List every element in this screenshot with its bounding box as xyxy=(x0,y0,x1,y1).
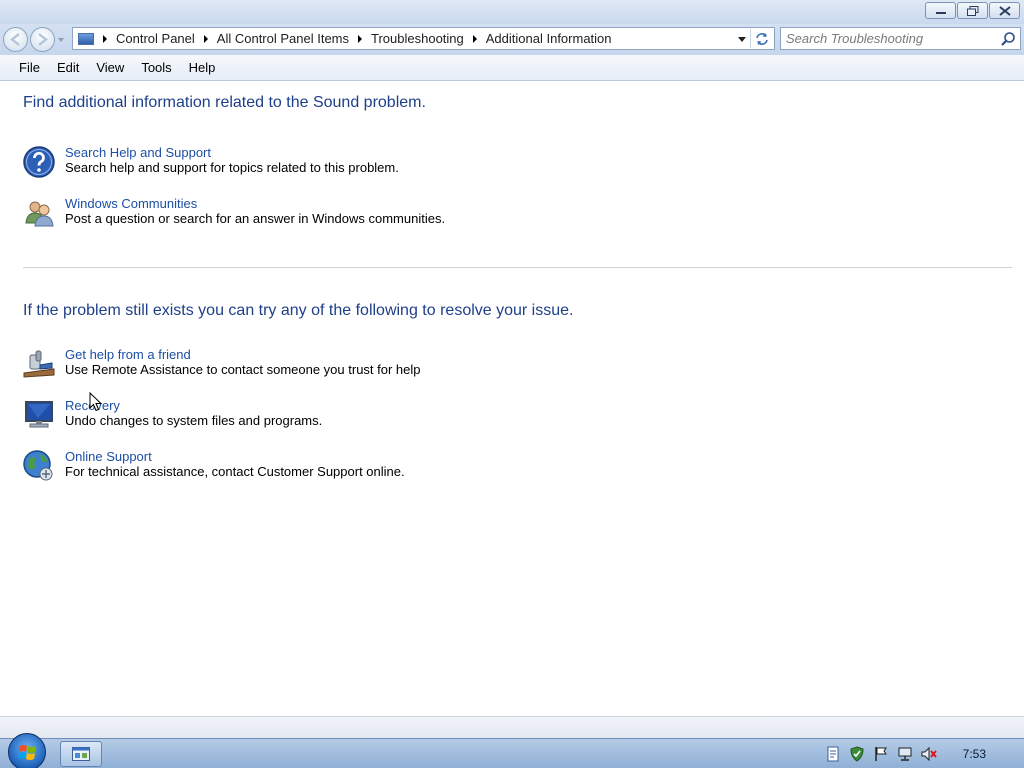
security-shield-icon[interactable] xyxy=(849,746,865,762)
arrow-left-icon xyxy=(9,33,20,46)
navigation-bar: Control Panel All Control Panel Items Tr… xyxy=(0,24,1024,55)
breadcrumb-separator[interactable] xyxy=(358,34,363,43)
arrow-right-icon xyxy=(38,33,49,46)
forward-button[interactable] xyxy=(30,27,55,52)
menu-edit[interactable]: Edit xyxy=(56,58,80,77)
menu-bar: File Edit View Tools Help xyxy=(0,55,1024,81)
volume-muted-icon[interactable] xyxy=(921,746,937,762)
title-bar xyxy=(0,0,1024,24)
recovery-icon xyxy=(25,401,53,428)
task-recovery: Recovery Undo changes to system files an… xyxy=(22,398,622,438)
document-icon[interactable] xyxy=(825,746,841,762)
search-input[interactable] xyxy=(786,30,996,47)
menu-file[interactable]: File xyxy=(18,58,41,77)
task-windows-communities: Windows Communities Post a question or s… xyxy=(22,196,622,236)
menu-help[interactable]: Help xyxy=(188,58,217,77)
online-support-description: For technical assistance, contact Custom… xyxy=(65,464,405,479)
task-online-support: Online Support For technical assistance,… xyxy=(22,449,622,489)
control-panel-window-icon xyxy=(72,747,90,761)
people-icon xyxy=(25,201,54,227)
search-help-description: Search help and support for topics relat… xyxy=(65,160,399,175)
breadcrumb-troubleshooting[interactable]: Troubleshooting xyxy=(371,31,464,46)
taskbar: 7:53 xyxy=(0,733,1024,768)
get-help-friend-description: Use Remote Assistance to contact someone… xyxy=(65,362,421,377)
network-icon[interactable] xyxy=(897,746,913,762)
get-help-friend-link[interactable]: Get help from a friend xyxy=(65,347,191,362)
action-center-flag-icon[interactable] xyxy=(873,746,889,762)
task-search-help: Search Help and Support Search help and … xyxy=(22,145,622,185)
start-button[interactable] xyxy=(8,733,46,768)
help-icon xyxy=(23,146,55,178)
breadcrumb-all-items[interactable]: All Control Panel Items xyxy=(217,31,349,46)
windows-communities-description: Post a question or search for an answer … xyxy=(65,211,446,226)
close-icon xyxy=(998,5,1011,16)
globe-icon xyxy=(23,450,53,481)
menu-view[interactable]: View xyxy=(95,58,125,77)
refresh-icon xyxy=(755,32,768,45)
minimize-icon xyxy=(935,11,946,14)
recent-pages-dropdown[interactable] xyxy=(58,38,64,42)
clock[interactable]: 7:53 xyxy=(963,747,986,761)
breadcrumb-additional-information[interactable]: Additional Information xyxy=(486,31,612,46)
resolve-heading: If the problem still exists you can try … xyxy=(23,302,574,319)
taskbar-control-panel-button[interactable] xyxy=(60,741,102,767)
section-divider xyxy=(23,267,1012,268)
breadcrumb-separator[interactable] xyxy=(203,34,208,43)
status-bar xyxy=(0,716,1024,738)
mouse-cursor-icon xyxy=(89,392,103,412)
refresh-button[interactable] xyxy=(750,29,772,48)
online-support-link[interactable]: Online Support xyxy=(65,449,152,464)
windows-logo-icon xyxy=(18,745,36,760)
window-controls xyxy=(925,2,1020,19)
additional-info-heading: Find additional information related to t… xyxy=(23,94,426,111)
recovery-description: Undo changes to system files and program… xyxy=(65,413,323,428)
search-box xyxy=(780,27,1021,50)
menu-tools[interactable]: Tools xyxy=(140,58,172,77)
close-button[interactable] xyxy=(989,2,1020,19)
address-dropdown-button[interactable] xyxy=(738,37,746,42)
remote-assistance-icon xyxy=(23,350,55,378)
control-panel-icon xyxy=(78,32,94,45)
windows-communities-link[interactable]: Windows Communities xyxy=(65,196,197,211)
system-tray: 7:53 xyxy=(817,739,1024,768)
search-icon[interactable] xyxy=(1000,31,1016,47)
restore-icon xyxy=(966,5,978,16)
breadcrumb-control-panel[interactable]: Control Panel xyxy=(116,31,195,46)
restore-button[interactable] xyxy=(957,2,988,19)
minimize-button[interactable] xyxy=(925,2,956,19)
back-button[interactable] xyxy=(3,27,28,52)
breadcrumb-separator[interactable] xyxy=(103,34,107,43)
breadcrumb-separator[interactable] xyxy=(472,34,477,43)
search-help-link[interactable]: Search Help and Support xyxy=(65,145,211,160)
task-get-help-friend: Get help from a friend Use Remote Assist… xyxy=(22,347,622,387)
main-content: Find additional information related to t… xyxy=(0,82,1024,716)
address-bar[interactable]: Control Panel All Control Panel Items Tr… xyxy=(72,27,775,50)
